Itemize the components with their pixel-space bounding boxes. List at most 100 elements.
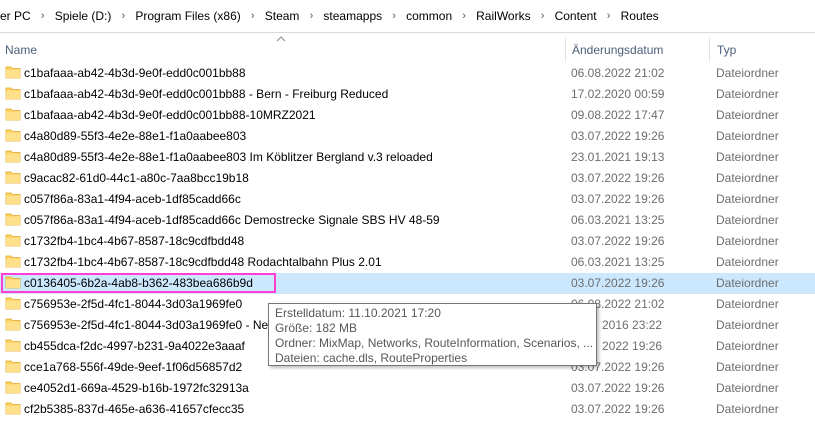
folder-row[interactable]: c1732fb4-1bc4-4b67-8587-18c9cdfbdd48 Rod… (0, 252, 815, 273)
folder-row[interactable]: c1bafaaa-ab42-4b3d-9e0f-edd0c001bb88 06.… (0, 63, 815, 84)
column-divider[interactable] (709, 38, 710, 62)
column-header-date[interactable]: Änderungsdatum (572, 33, 663, 63)
item-type: Dateiordner (716, 129, 779, 143)
chevron-right-icon[interactable]: › (533, 0, 553, 32)
folder-name: ce4052d1-669a-4529-b16b-1972fc32913a (24, 381, 249, 395)
folder-icon (5, 171, 21, 184)
folder-icon (5, 87, 21, 100)
item-type: Dateiordner (716, 87, 779, 101)
column-headers: Name Änderungsdatum Typ (0, 33, 815, 63)
tooltip-size: Größe: 182 MB (275, 321, 358, 335)
folder-icon (5, 402, 21, 415)
folder-icon (5, 318, 21, 331)
item-type: Dateiordner (716, 339, 779, 353)
folder-name: c756953e-2f5d-4fc1-8044-3d03a1969fe0 (24, 297, 243, 311)
breadcrumb-program-files[interactable]: Program Files (x86) (133, 0, 242, 32)
modified-date: 03.07.2022 19:26 (571, 276, 665, 290)
folder-row[interactable]: c1bafaaa-ab42-4b3d-9e0f-edd0c001bb88 - B… (0, 84, 815, 105)
chevron-right-icon[interactable]: › (301, 0, 321, 32)
item-type: Dateiordner (716, 297, 779, 311)
folder-row[interactable]: c057f86a-83a1-4f94-aceb-1df85cadd66c 03.… (0, 189, 815, 210)
modified-date: 2016 23:22 (602, 318, 663, 332)
folder-icon (5, 129, 21, 142)
chevron-right-icon[interactable]: › (599, 0, 619, 32)
tooltip-files: Dateien: cache.dls, RouteProperties (275, 351, 468, 365)
folder-name: c1732fb4-1bc4-4b67-8587-18c9cdfbdd48 Rod… (24, 255, 382, 269)
breadcrumb-steamapps[interactable]: steamapps (321, 0, 384, 32)
breadcrumb-drive[interactable]: Spiele (D:) (53, 0, 114, 32)
item-type: Dateiordner (716, 402, 779, 416)
folder-icon (5, 150, 21, 163)
chevron-right-icon[interactable]: › (454, 0, 474, 32)
modified-date: 17.02.2020 00:59 (571, 87, 665, 101)
address-bar[interactable]: er PC › Spiele (D:) › Program Files (x86… (0, 0, 815, 33)
modified-date: 03.07.2022 19:26 (571, 402, 665, 416)
folder-icon (5, 255, 21, 268)
file-list: c1bafaaa-ab42-4b3d-9e0f-edd0c001bb88 06.… (0, 63, 815, 420)
folder-name: cf2b5385-837d-465e-a636-41657cfecc35 (24, 402, 245, 416)
folder-name: c9acac82-61d0-44c1-a80c-7aa8bcc19b18 (24, 171, 249, 185)
folder-icon (5, 213, 21, 226)
folder-row[interactable]: c1732fb4-1bc4-4b67-8587-18c9cdfbdd48 03.… (0, 231, 815, 252)
folder-name: c4a80d89-55f3-4e2e-88e1-f1a0aabee803 (24, 129, 247, 143)
modified-date: 03.07.2022 19:26 (571, 192, 665, 206)
breadcrumb-steam[interactable]: Steam (263, 0, 302, 32)
column-header-type[interactable]: Typ (717, 33, 736, 63)
folder-name: c1bafaaa-ab42-4b3d-9e0f-edd0c001bb88-10M… (24, 108, 316, 122)
folder-name: c057f86a-83a1-4f94-aceb-1df85cadd66c (24, 192, 241, 206)
item-type: Dateiordner (716, 255, 779, 269)
folder-row[interactable]: cf2b5385-837d-465e-a636-41657cfecc35 03.… (0, 399, 815, 420)
folder-icon (5, 108, 21, 121)
folder-name: c057f86a-83a1-4f94-aceb-1df85cadd66c Dem… (24, 213, 440, 227)
folder-row-selected[interactable]: c0136405-6b2a-4ab8-b362-483bea686b9d 03.… (0, 273, 815, 294)
item-type: Dateiordner (716, 66, 779, 80)
folder-row[interactable]: c1bafaaa-ab42-4b3d-9e0f-edd0c001bb88-10M… (0, 105, 815, 126)
item-type: Dateiordner (716, 318, 779, 332)
folder-name: cb455dca-f2dc-4997-b231-9a4022e3aaaf (24, 339, 245, 353)
folder-row[interactable]: c057f86a-83a1-4f94-aceb-1df85cadd66c Dem… (0, 210, 815, 231)
tooltip-folders: Ordner: MixMap, Networks, RouteInformati… (275, 336, 594, 350)
modified-date: 06.03.2021 13:25 (571, 213, 665, 227)
breadcrumb-content[interactable]: Content (553, 0, 599, 32)
modified-date: 03.07.2022 19:26 (571, 234, 665, 248)
item-type: Dateiordner (716, 108, 779, 122)
modified-date: 23.01.2021 19:13 (571, 150, 665, 164)
chevron-right-icon[interactable]: › (33, 0, 53, 32)
folder-name: c4a80d89-55f3-4e2e-88e1-f1a0aabee803 Im … (24, 150, 433, 164)
modified-date: 03.07.2022 19:26 (571, 171, 665, 185)
modified-date: 2022 19:26 (602, 339, 663, 353)
folder-row[interactable]: c9acac82-61d0-44c1-a80c-7aa8bcc19b18 03.… (0, 168, 815, 189)
folder-row[interactable]: ce4052d1-669a-4529-b16b-1972fc32913a 03.… (0, 378, 815, 399)
breadcrumb-routes[interactable]: Routes (619, 0, 661, 32)
folder-icon (5, 360, 21, 373)
breadcrumb-railworks[interactable]: RailWorks (474, 0, 532, 32)
folder-name: cce1a768-556f-49de-9eef-1f06d56857d2 (24, 360, 243, 374)
column-divider[interactable] (565, 38, 566, 62)
folder-icon (5, 66, 21, 79)
item-type: Dateiordner (716, 192, 779, 206)
modified-date: 06.08.2022 21:02 (571, 66, 665, 80)
folder-info-tooltip: Erstelldatum: 11.10.2021 17:20 Größe: 18… (268, 303, 597, 366)
item-type: Dateiordner (716, 381, 779, 395)
column-header-name[interactable]: Name (5, 33, 37, 63)
folder-name: c756953e-2f5d-4fc1-8044-3d03a1969fe0 - N… (24, 318, 282, 332)
chevron-right-icon[interactable]: › (243, 0, 263, 32)
folder-row[interactable]: c4a80d89-55f3-4e2e-88e1-f1a0aabee803 03.… (0, 126, 815, 147)
item-type: Dateiordner (716, 276, 779, 290)
breadcrumb-this-pc[interactable]: er PC (0, 0, 33, 32)
chevron-right-icon[interactable]: › (113, 0, 133, 32)
modified-date: 03.07.2022 19:26 (571, 129, 665, 143)
modified-date: 09.08.2022 17:47 (571, 108, 665, 122)
folder-row[interactable]: c4a80d89-55f3-4e2e-88e1-f1a0aabee803 Im … (0, 147, 815, 168)
folder-icon (5, 192, 21, 205)
breadcrumb-common[interactable]: common (404, 0, 454, 32)
folder-name: c1732fb4-1bc4-4b67-8587-18c9cdfbdd48 (24, 234, 245, 248)
sort-up-arrow-icon (276, 36, 286, 42)
item-type: Dateiordner (716, 171, 779, 185)
folder-icon (5, 339, 21, 352)
item-type: Dateiordner (716, 213, 779, 227)
chevron-right-icon[interactable]: › (384, 0, 404, 32)
item-type: Dateiordner (716, 360, 779, 374)
modified-date: 06.03.2021 13:25 (571, 255, 665, 269)
folder-name: c1bafaaa-ab42-4b3d-9e0f-edd0c001bb88 (24, 66, 246, 80)
